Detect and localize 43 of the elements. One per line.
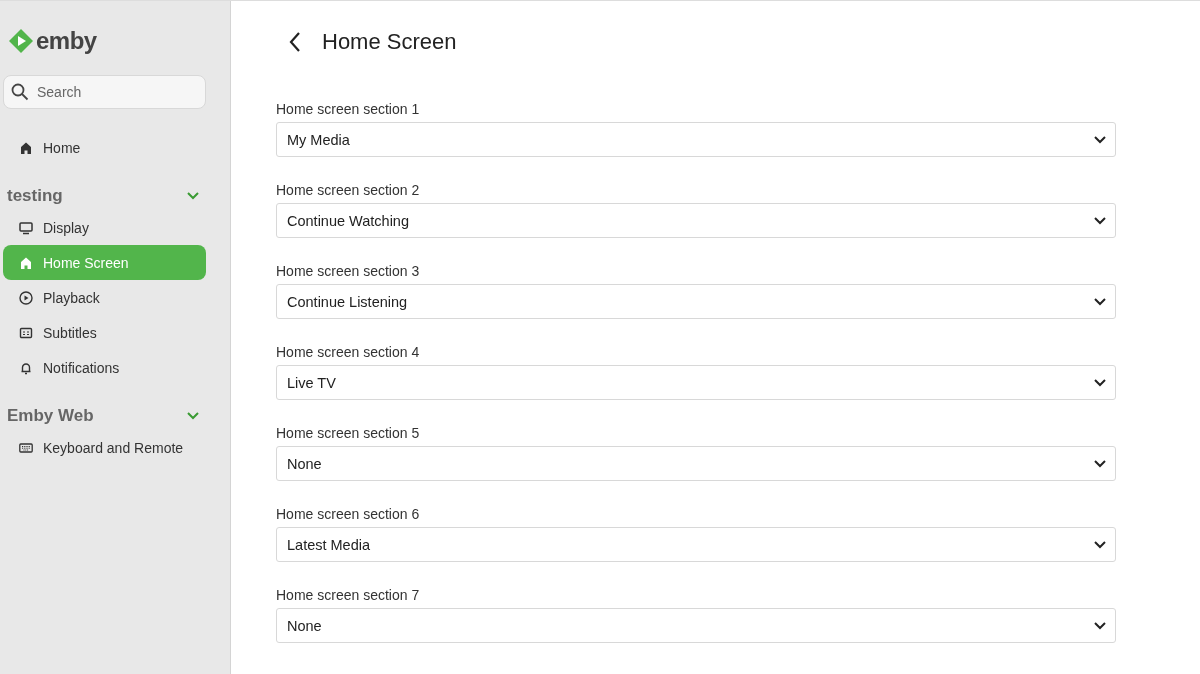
field-label: Home screen section 4 (276, 344, 421, 360)
dropdown[interactable]: My Media (276, 122, 1116, 157)
nav-item[interactable]: Playback (3, 280, 206, 315)
monitor-icon (19, 220, 33, 235)
chevron-icon (1093, 459, 1107, 468)
home-icon (19, 140, 33, 155)
logo-icon (8, 28, 34, 54)
nav-item[interactable]: Notifications (3, 350, 206, 385)
chevron-icon (1093, 297, 1107, 306)
dropdown[interactable]: None (276, 446, 1116, 481)
subtitles-icon (19, 325, 33, 340)
nav-item[interactable]: Display (3, 210, 206, 245)
field-label: Home screen section 5 (276, 425, 421, 441)
chevron-icon (1093, 378, 1107, 387)
dropdown[interactable]: Continue Listening (276, 284, 1116, 319)
field-label: Home screen section 7 (276, 587, 421, 603)
nav-item[interactable]: Subtitles (3, 315, 206, 350)
logo-text: emby (36, 27, 97, 55)
play-icon (19, 290, 33, 305)
bell-icon (19, 360, 33, 375)
dropdown[interactable]: Continue Watching (276, 203, 1116, 238)
field-label: Home screen section 2 (276, 182, 421, 198)
nav-item[interactable]: Home (3, 130, 206, 165)
home-icon (19, 255, 33, 270)
chevron-icon (1093, 135, 1107, 144)
chevron-icon[interactable] (186, 410, 200, 421)
chevron-icon (1093, 216, 1107, 225)
page-title: Home Screen (322, 29, 457, 55)
back-icon[interactable] (288, 31, 302, 53)
field-label: Home screen section 3 (276, 263, 421, 279)
field-label: Home screen section 1 (276, 101, 421, 117)
group-heading: testing (7, 185, 63, 206)
dropdown[interactable]: None (276, 608, 1116, 643)
dropdown[interactable]: Live TV (276, 365, 1116, 400)
keyboard-icon (19, 440, 33, 455)
search-field[interactable]: Search (3, 75, 206, 109)
nav-item[interactable]: Keyboard and Remote (3, 430, 206, 465)
chevron-icon (1093, 540, 1107, 549)
field-label: Home screen section 6 (276, 506, 421, 522)
chevron-icon[interactable] (186, 190, 200, 201)
group-heading: Emby Web (7, 405, 94, 426)
chevron-icon (1093, 621, 1107, 630)
dropdown[interactable]: Latest Media (276, 527, 1116, 562)
